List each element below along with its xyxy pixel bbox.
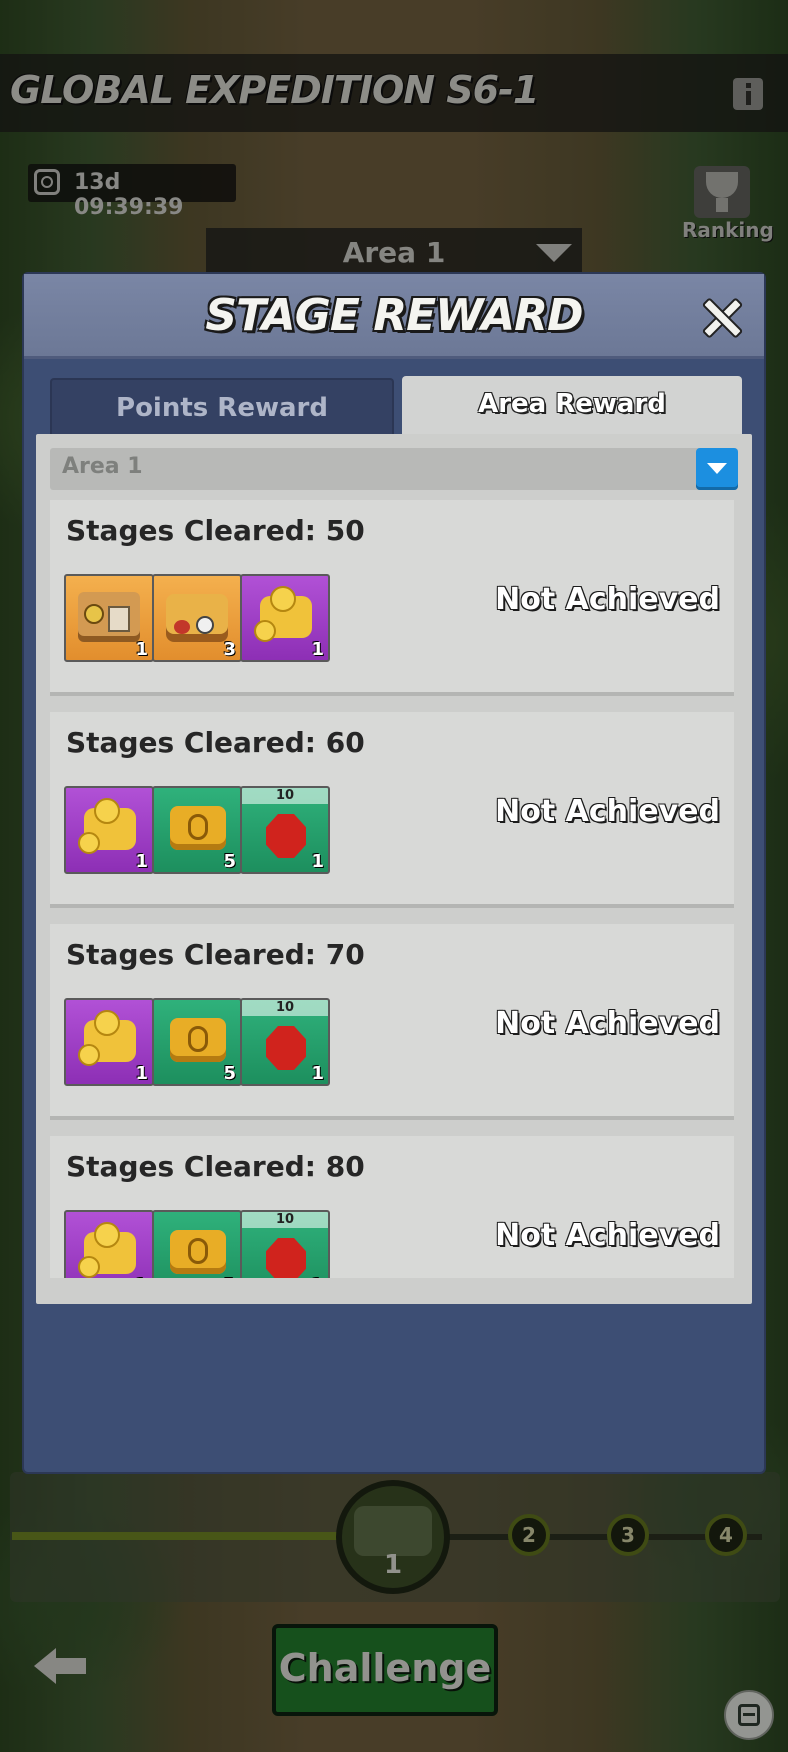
reward-item-count: 5 xyxy=(223,1275,236,1278)
reward-content-panel: Area 1 Stages Cleared: 50 1 3 1 Not Achieved… xyxy=(36,434,752,1304)
reward-row-title: Stages Cleared: 60 xyxy=(66,726,365,759)
reward-row: Stages Cleared: 80 1 5 10 1 Not Achieved xyxy=(50,1136,734,1278)
gold-chest-icon xyxy=(78,1222,136,1278)
area-dropdown-label: Area 1 xyxy=(62,454,143,479)
reward-item[interactable]: 1 xyxy=(64,998,154,1086)
reward-row-title: Stages Cleared: 70 xyxy=(66,938,365,971)
ruby-icon xyxy=(266,814,306,858)
reward-item-count: 1 xyxy=(135,639,148,660)
reward-tabs: Points Reward Area Reward xyxy=(50,376,742,436)
reward-item[interactable]: 3 xyxy=(152,574,242,662)
reward-item-count: 1 xyxy=(135,851,148,872)
reward-status: Not Achieved xyxy=(495,1006,720,1041)
gold-chest-icon xyxy=(254,586,312,642)
gold-box-icon xyxy=(170,1230,226,1274)
reward-item-count: 3 xyxy=(223,639,236,660)
reward-status: Not Achieved xyxy=(495,582,720,617)
reward-item[interactable]: 1 xyxy=(64,1210,154,1278)
reward-item[interactable]: 1 xyxy=(240,574,330,662)
reward-item[interactable]: 1 xyxy=(64,786,154,874)
reward-item[interactable]: 5 xyxy=(152,786,242,874)
reward-item[interactable]: 10 1 xyxy=(240,786,330,874)
reward-item[interactable]: 10 1 xyxy=(240,998,330,1086)
reward-item-level: 10 xyxy=(242,1212,328,1228)
ruby-icon xyxy=(266,1026,306,1070)
modal-title: STAGE REWARD xyxy=(205,290,583,341)
reward-row: Stages Cleared: 50 1 3 1 Not Achieved xyxy=(50,500,734,696)
chevron-down-icon[interactable] xyxy=(696,448,738,490)
gold-box-icon xyxy=(170,806,226,850)
modal-footer xyxy=(24,1304,764,1472)
reward-item-count: 1 xyxy=(135,1063,148,1084)
reward-item-count: 1 xyxy=(311,851,324,872)
gold-chest-icon xyxy=(78,798,136,854)
reward-item-level: 10 xyxy=(242,788,328,804)
reward-item-count: 5 xyxy=(223,1063,236,1084)
ticket-chest-icon xyxy=(78,592,140,642)
tab-points-reward[interactable]: Points Reward xyxy=(50,378,394,436)
reward-item-count: 5 xyxy=(223,851,236,872)
reward-item-count: 1 xyxy=(135,1275,148,1278)
reward-item-count: 1 xyxy=(311,639,324,660)
reward-item[interactable]: 1 xyxy=(64,574,154,662)
tab-area-reward[interactable]: Area Reward xyxy=(402,376,742,436)
reward-row-title: Stages Cleared: 80 xyxy=(66,1150,365,1183)
reward-row: Stages Cleared: 70 1 5 10 1 Not Achieved xyxy=(50,924,734,1120)
reward-item-count: 1 xyxy=(311,1275,324,1278)
close-icon[interactable] xyxy=(700,296,744,340)
ruby-icon xyxy=(266,1238,306,1278)
reward-item-level: 10 xyxy=(242,1000,328,1016)
reward-item[interactable]: 5 xyxy=(152,1210,242,1278)
stage-reward-modal: STAGE REWARD Points Reward Area Reward A… xyxy=(24,274,764,1472)
reward-row-title: Stages Cleared: 50 xyxy=(66,514,365,547)
reward-status: Not Achieved xyxy=(495,794,720,829)
reward-row: Stages Cleared: 60 1 5 10 1 Not Achieved xyxy=(50,712,734,908)
reward-item[interactable]: 5 xyxy=(152,998,242,1086)
gold-chest-icon xyxy=(78,1010,136,1066)
reward-status: Not Achieved xyxy=(495,1218,720,1253)
reward-item-count: 1 xyxy=(311,1063,324,1084)
area-dropdown[interactable]: Area 1 xyxy=(50,448,738,490)
treasure-chest-icon xyxy=(166,594,228,642)
gold-box-icon xyxy=(170,1018,226,1062)
modal-header: STAGE REWARD xyxy=(24,274,764,359)
reward-list[interactable]: Stages Cleared: 50 1 3 1 Not Achieved Stages … xyxy=(50,500,734,1278)
reward-item[interactable]: 10 1 xyxy=(240,1210,330,1278)
